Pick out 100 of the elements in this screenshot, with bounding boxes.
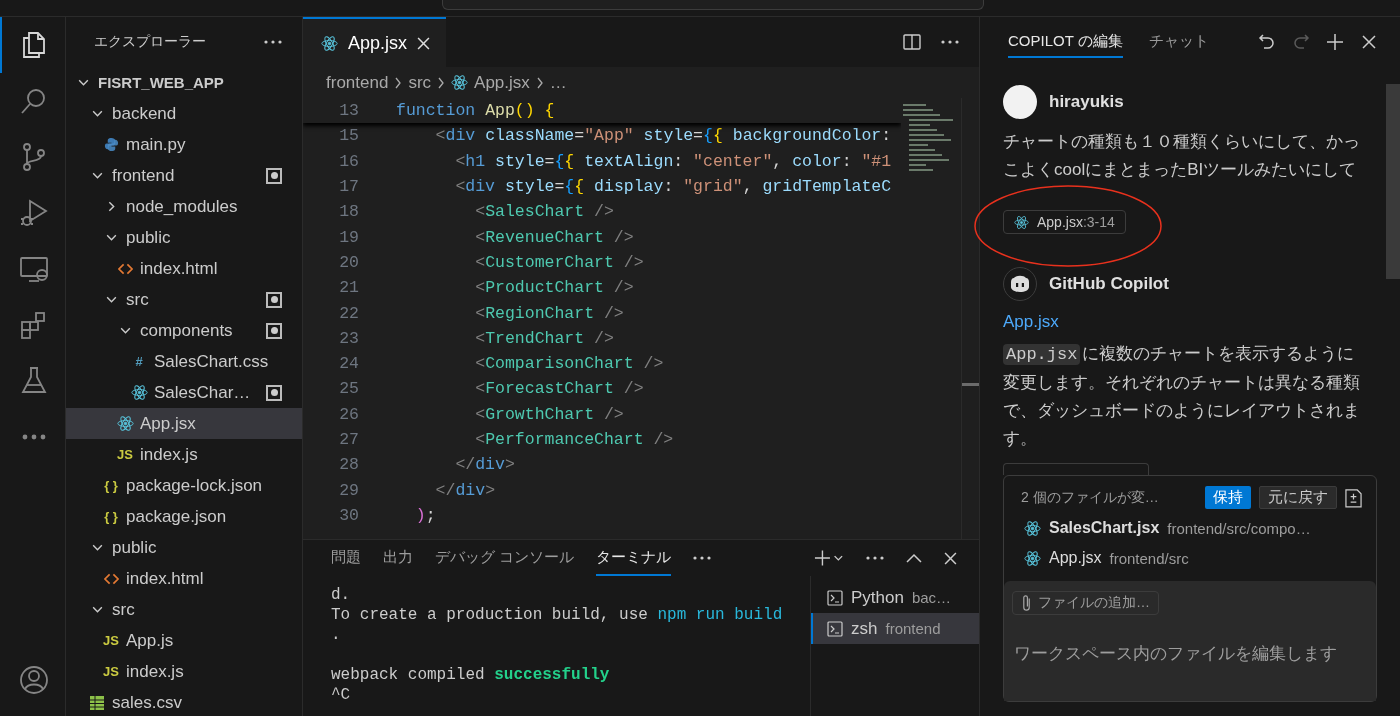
- add-file-button[interactable]: ファイルの追加…: [1012, 591, 1159, 615]
- split-editor-icon[interactable]: [903, 33, 921, 51]
- terminal-list-item[interactable]: Python bac…: [811, 582, 979, 613]
- tree-label: components: [140, 320, 234, 341]
- tree-item[interactable]: components: [66, 315, 302, 346]
- atom-icon: [321, 34, 338, 52]
- file-type-icon: { }: [104, 478, 118, 493]
- new-terminal-icon[interactable]: [814, 549, 844, 567]
- terminal-line: d.: [331, 586, 351, 604]
- atom-icon: [130, 384, 148, 401]
- tree-label: sales.csv: [112, 692, 183, 713]
- reference-chip[interactable]: App.jsx:3-14: [1003, 210, 1126, 234]
- line-number: 28: [338, 455, 359, 475]
- close-icon[interactable]: [417, 36, 431, 50]
- line-number: 21: [338, 278, 359, 298]
- atom-icon: [116, 415, 134, 432]
- code-line: <ProductChart />: [474, 278, 634, 298]
- tree-label: index.html: [126, 568, 205, 589]
- tree-label: node_modules: [126, 196, 239, 217]
- tree-item[interactable]: JS index.js: [66, 656, 302, 687]
- breadcrumb-item[interactable]: frontend: [326, 72, 389, 93]
- close-icon[interactable]: [1360, 33, 1378, 51]
- more-icon[interactable]: [941, 40, 959, 44]
- paperclip-icon: [1021, 594, 1032, 612]
- table-icon: [89, 694, 105, 711]
- tree-item[interactable]: node_modules: [66, 191, 302, 222]
- panel-tab[interactable]: ターミナル: [596, 540, 672, 576]
- file-type-icon: JS: [117, 447, 133, 462]
- line-number: 17: [338, 177, 359, 197]
- tree-item[interactable]: main.py: [66, 129, 302, 160]
- tree-item[interactable]: JS index.js: [66, 439, 302, 470]
- terminal-line: ^C: [331, 686, 351, 704]
- breadcrumb-item[interactable]: src: [408, 72, 432, 93]
- copilot-tab[interactable]: チャット: [1148, 26, 1209, 58]
- code-line: <RevenueChart />: [474, 227, 634, 247]
- terminal-list-item[interactable]: zsh frontend: [811, 613, 979, 644]
- editor-tab[interactable]: App.jsx: [303, 17, 447, 67]
- chat-input-field[interactable]: ファイルの追加… ワークスペース内のファイルを編集します: [1004, 581, 1376, 701]
- line-number: 27: [338, 430, 359, 449]
- changed-file-item[interactable]: App.jsx frontend/src: [1004, 543, 1376, 573]
- scrollbar-thumb[interactable]: [962, 383, 979, 386]
- chevron-icon: [535, 76, 544, 89]
- tree-label: src: [126, 289, 150, 310]
- more-icon[interactable]: [866, 556, 884, 560]
- panel-tab[interactable]: 問題: [331, 540, 361, 576]
- command-center-field[interactable]: [442, 0, 984, 10]
- tree-item[interactable]: { } package-lock.json: [66, 470, 302, 501]
- file-type-icon: JS: [103, 633, 119, 648]
- tree-item[interactable]: frontend: [66, 160, 302, 191]
- panel-tab[interactable]: デバッグ コンソール: [435, 540, 575, 576]
- line-number: 20: [338, 252, 359, 272]
- code-line: <CustomerChart />: [474, 252, 644, 272]
- breadcrumb-item[interactable]: …: [549, 72, 567, 93]
- tree-label: SalesChart.css: [154, 351, 270, 372]
- tree-item[interactable]: backend: [66, 98, 302, 129]
- tree-item[interactable]: public: [66, 532, 302, 563]
- tree-item[interactable]: # SalesChart.css: [66, 346, 302, 377]
- new-icon[interactable]: [1326, 33, 1344, 51]
- code-line: <div style={{ display: "grid", gridTemplateC: [454, 177, 892, 197]
- terminal-line: webpack compiled successfully: [331, 666, 610, 684]
- panel-tab[interactable]: 出力: [383, 540, 413, 576]
- file-type-icon: JS: [103, 664, 119, 679]
- code-line: <ComparisonChart />: [474, 354, 664, 374]
- tree-label: frontend: [112, 165, 176, 186]
- tree-item[interactable]: index.html: [66, 563, 302, 594]
- tree-label: src: [112, 599, 136, 620]
- undo-button[interactable]: 元に戻す: [1259, 486, 1337, 509]
- diff-file-icon[interactable]: [1345, 487, 1362, 508]
- breadcrumb-item[interactable]: App.jsx: [474, 72, 530, 93]
- tree-item[interactable]: src: [66, 594, 302, 625]
- scrollbar-thumb[interactable]: [1386, 84, 1400, 279]
- code-line: <h1 style={{ textAlign: "center", color: "#1: [454, 151, 892, 171]
- keep-button[interactable]: 保持: [1205, 486, 1251, 509]
- tree-item[interactable]: index.html: [66, 253, 302, 284]
- author-name: GitHub Copilot: [1049, 274, 1169, 294]
- chevron-up-icon[interactable]: [906, 553, 922, 563]
- more-icon[interactable]: [693, 556, 712, 560]
- tree-item[interactable]: public: [66, 222, 302, 253]
- file-type-icon: #: [135, 354, 143, 369]
- code-line: <SalesChart />: [474, 202, 614, 222]
- tree-item[interactable]: FISRT_WEB_APP: [66, 67, 302, 98]
- avatar: [1003, 85, 1037, 119]
- file-link[interactable]: App.jsx: [1003, 312, 1377, 332]
- close-icon[interactable]: [944, 551, 957, 565]
- terminal-line: .: [331, 626, 341, 644]
- line-number: 30: [338, 505, 359, 525]
- line-number: 15: [338, 126, 359, 146]
- more-icon[interactable]: [264, 40, 282, 44]
- tree-item[interactable]: src: [66, 284, 302, 315]
- tree-item[interactable]: { } package.json: [66, 501, 302, 532]
- line-number: 23: [338, 328, 359, 348]
- tree-item[interactable]: sales.csv: [66, 687, 302, 716]
- tree-label: package-lock.json: [126, 475, 264, 496]
- tree-item[interactable]: JS App.js: [66, 625, 302, 656]
- tree-label: index.html: [140, 258, 219, 279]
- undo-icon[interactable]: [1258, 33, 1276, 51]
- tree-item[interactable]: SalesChar…: [66, 377, 302, 408]
- copilot-tab[interactable]: COPILOT の編集: [1008, 26, 1123, 58]
- changed-file-item[interactable]: SalesChart.jsx frontend/src/compo…: [1004, 513, 1376, 543]
- tree-item[interactable]: App.jsx: [66, 408, 302, 439]
